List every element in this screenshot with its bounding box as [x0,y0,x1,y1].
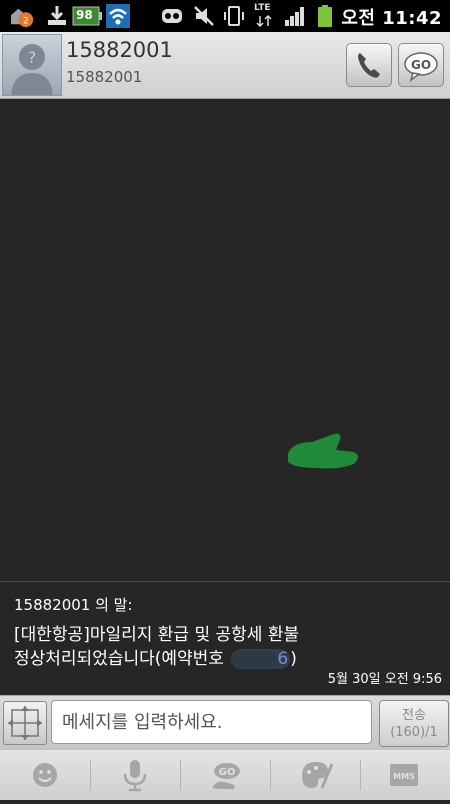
network-type: LTE [254,3,271,13]
reservation-number-visible: 6 [277,649,289,669]
vibrate-icon [224,6,244,26]
attach-button[interactable] [3,701,47,745]
palette-icon [302,762,334,789]
send-label: 전송 [402,708,426,723]
data-arrows-icon [256,14,272,28]
message-text-line2: 정상처리되었습니다(예약번호 6) [14,644,297,669]
message-text-prefix: 정상처리되었습니다(예약번호 [14,649,230,669]
char-count: (160)/1 [390,725,438,740]
go-bubble-icon: GO [404,52,438,82]
reservation-number-link[interactable]: 6 [231,649,291,669]
message-text-suffix: ) [290,649,297,669]
voice-button[interactable] [90,750,180,800]
battery-percent: 98 [76,8,93,22]
mute-icon [194,6,214,26]
svg-text:?: ? [28,48,37,67]
emoticon-button[interactable] [0,750,90,800]
notification-icon[interactable]: 2 [6,4,40,28]
message-bubble[interactable]: 15882001 의 말: [대한항공]마일리지 환급 및 공항세 환불 정상처… [0,582,450,692]
message-text-line1: [대한항공]마일리지 환급 및 공항세 환불 [14,625,300,645]
svg-text:GO: GO [411,58,431,72]
notification-badge-count: 2 [23,15,29,26]
smiley-icon [33,763,57,787]
share-button[interactable]: GO [180,750,270,800]
phone-icon [358,53,380,78]
compose-bar: 전송 (160)/1 [0,695,450,751]
call-button[interactable] [346,43,392,87]
microphone-icon [123,760,147,792]
message-sender: 15882001 의 말: [14,596,133,614]
contact-name: 15882001 [66,38,173,62]
bottom-toolbar: GO MMS [0,750,450,800]
mms-icon: MMS [390,764,418,786]
wifi-icon [106,4,130,28]
expand-arrows-icon [8,706,42,740]
conversation-area[interactable] [0,99,450,581]
mms-label: MMS [393,772,415,781]
svg-text:GO: GO [219,767,236,778]
message-timestamp: 5월 30일 오전 9:56 [327,672,442,687]
headset-icon [162,9,182,23]
contact-avatar[interactable]: ? [2,34,62,96]
mms-button[interactable]: MMS [360,750,450,800]
battery-icon [318,5,332,27]
go-share-icon: GO [212,763,240,789]
contact-header: ? 15882001 15882001 GO [0,32,450,99]
paint-button[interactable] [270,750,360,800]
contact-number: 15882001 [66,68,143,86]
status-clock: 오전 11:42 [341,8,442,29]
signal-icon [285,7,304,26]
status-bar: 2 98 LTE 오전 11:42 [0,0,450,32]
go-button[interactable]: GO [398,43,444,87]
green-scribble-mark [288,433,358,469]
person-placeholder-icon: ? [11,44,53,95]
message-input[interactable] [51,700,372,744]
send-button[interactable]: 전송 (160)/1 [379,700,449,747]
download-icon [48,6,66,25]
redacted-block [233,651,278,667]
